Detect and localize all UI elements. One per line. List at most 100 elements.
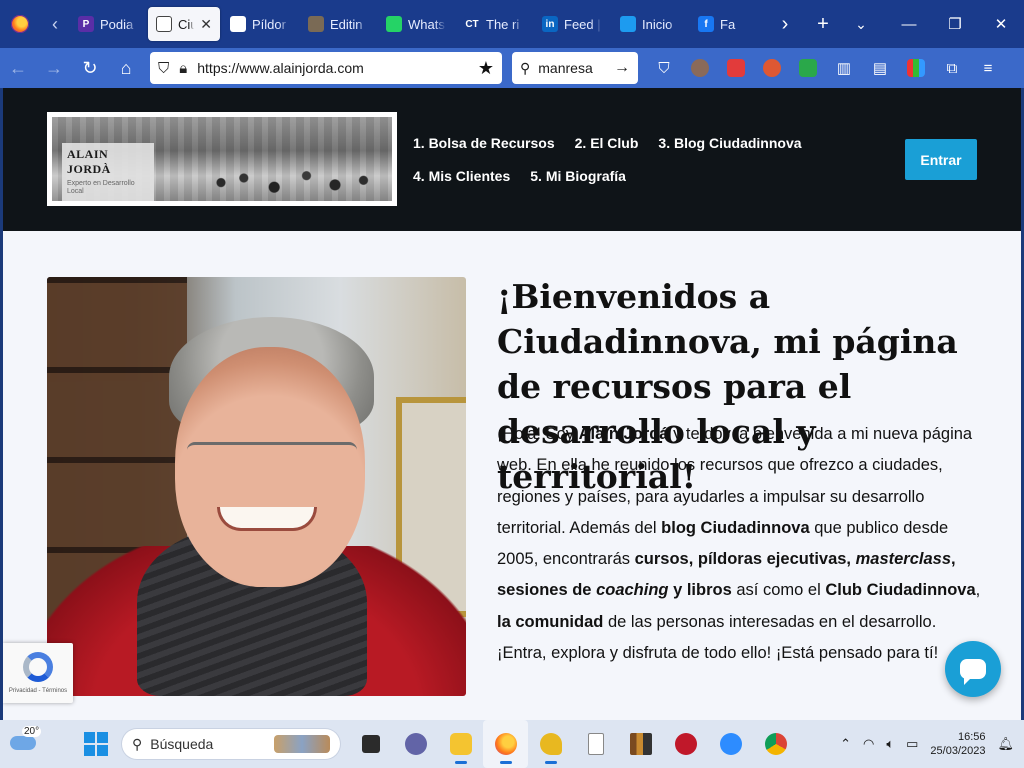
chat-button[interactable] <box>945 641 1001 697</box>
start-button[interactable] <box>84 732 108 756</box>
forward-icon[interactable]: → <box>36 48 72 88</box>
menu-item-bolsa[interactable]: 1. Bolsa de Recursos <box>413 135 555 151</box>
browser-tab[interactable]: Píldor <box>222 7 298 41</box>
windows-taskbar: 20° ⚲ Búsqueda ⌃ ◠ 🔈︎ ▭ 16:56 25/03/2023… <box>0 720 1024 768</box>
wifi-icon[interactable]: ◠ <box>863 736 874 752</box>
screenshot-extension-icon[interactable] <box>718 48 754 88</box>
browser-tab[interactable]: Whats <box>378 7 454 41</box>
zoom-icon[interactable] <box>708 720 753 768</box>
hero-paragraph: ¡Hola! Soy Alain Jordá y te doy la bienv… <box>497 419 985 669</box>
menu-item-blog[interactable]: 3. Blog Ciudadinnova <box>658 135 801 151</box>
clock-time: 16:56 <box>957 731 986 743</box>
battery-icon[interactable]: ▭ <box>906 736 918 752</box>
enter-button[interactable]: Entrar <box>905 139 977 180</box>
bookmark-star-icon[interactable]: ★ <box>478 58 494 79</box>
extension-2-icon[interactable] <box>790 48 826 88</box>
firefox-taskbar-icon[interactable] <box>483 720 528 768</box>
system-tray: ⌃ ◠ 🔈︎ ▭ 16:56 25/03/2023 🔔︎ <box>840 730 1024 758</box>
tracking-protection-icon[interactable]: ⛉ <box>158 60 169 77</box>
pocket-icon[interactable]: ⛉ <box>646 48 682 88</box>
new-tab-icon[interactable]: + <box>804 13 842 36</box>
web-page: ALAIN JORDÀ Experto en Desarrollo Local … <box>3 88 1021 720</box>
browser-tab[interactable]: Editin <box>300 7 376 41</box>
lock-icon[interactable]: 🔒︎ <box>179 60 187 77</box>
navigation-toolbar: ← → ↻ ⌂ ⛉ 🔒︎ https://www.alainjorda.com … <box>0 48 1024 88</box>
menu-item-biografia[interactable]: 5. Mi Biografía <box>530 168 626 184</box>
reload-icon[interactable]: ↻ <box>72 48 108 88</box>
tab-scroll-left-icon[interactable]: ‹ <box>40 0 70 48</box>
chart-extension-icon[interactable] <box>898 48 934 88</box>
menu-row-2: 4. Mis Clientes 5. Mi Biografía <box>413 159 833 192</box>
profile-avatar[interactable] <box>682 48 718 88</box>
teams-chat-icon[interactable] <box>393 720 438 768</box>
menu-row-1: 1. Bolsa de Recursos 2. El Club 3. Blog … <box>413 126 833 159</box>
paint-app-icon[interactable] <box>528 720 573 768</box>
file-explorer-icon[interactable] <box>438 720 483 768</box>
back-icon[interactable]: ← <box>0 48 36 88</box>
tab-scroll-right-icon[interactable]: › <box>766 13 804 36</box>
site-logo[interactable]: ALAIN JORDÀ Experto en Desarrollo Local <box>47 112 397 206</box>
tab-title: Podia <box>100 16 134 32</box>
menu-item-club[interactable]: 2. El Club <box>575 135 639 151</box>
logo-street-photo: ALAIN JORDÀ Experto en Desarrollo Local <box>52 117 392 201</box>
firefox-menu-icon[interactable] <box>0 0 40 48</box>
document-icon[interactable] <box>573 720 618 768</box>
tab-tools: › + ⌄ <box>766 0 880 48</box>
coaching-highlight: coaching <box>596 581 669 600</box>
browser-tab[interactable]: P Podia <box>70 7 146 41</box>
clock[interactable]: 16:56 25/03/2023 <box>930 730 985 758</box>
home-icon[interactable]: ⌂ <box>108 48 144 88</box>
search-input[interactable]: manresa <box>538 60 592 76</box>
extensions-toolbar: ⛉ ▥ ▤ ⧉ ≡ <box>646 48 1006 88</box>
chat-icon <box>960 659 986 685</box>
search-bar[interactable]: ⚲ manresa → <box>512 52 638 84</box>
browser-tab[interactable]: in Feed | <box>534 7 610 41</box>
search-icon: ⚲ <box>520 59 531 76</box>
recaptcha-links[interactable]: Privacidad - Términos <box>9 688 67 694</box>
list-all-tabs-icon[interactable]: ⌄ <box>842 16 880 33</box>
task-view-icon[interactable] <box>348 720 393 768</box>
restore-icon[interactable]: ❐ <box>932 0 978 48</box>
browser-tab[interactable]: f Fa <box>690 7 766 41</box>
courses-highlight: cursos, píldoras ejecutivas, <box>634 550 856 569</box>
url-text[interactable]: https://www.alainjorda.com <box>197 60 468 76</box>
notifications-icon[interactable]: 🔔︎ <box>997 736 1014 752</box>
masterclass-highlight: masterclass <box>855 550 952 569</box>
duckduckgo-icon[interactable] <box>754 48 790 88</box>
blog-link[interactable]: blog Ciudadinnova <box>661 519 810 537</box>
ebook-app-icon[interactable] <box>663 720 708 768</box>
tab-title: The ri <box>486 16 520 32</box>
browser-tab[interactable]: CT The ri <box>456 7 532 41</box>
tab-title: Feed | <box>564 16 601 32</box>
recaptcha-icon <box>23 652 53 682</box>
taskbar-search-input[interactable]: Búsqueda <box>150 736 213 752</box>
search-go-icon[interactable]: → <box>614 59 630 77</box>
address-bar[interactable]: ⛉ 🔒︎ https://www.alainjorda.com ★ <box>150 52 502 84</box>
menu-item-clientes[interactable]: 4. Mis Clientes <box>413 168 510 184</box>
pinned-apps <box>348 720 798 768</box>
tab-title: Ciu <box>178 16 195 32</box>
weather-widget[interactable]: 20° <box>0 720 48 768</box>
facebook-icon: f <box>698 16 714 32</box>
recaptcha-badge[interactable]: Privacidad - Términos <box>3 643 73 703</box>
library-icon[interactable]: ▥ <box>826 48 862 88</box>
chrome-icon[interactable] <box>753 720 798 768</box>
close-window-icon[interactable]: ✕ <box>978 0 1024 48</box>
browser-tab[interactable]: Inicio <box>612 7 688 41</box>
site-header: ALAIN JORDÀ Experto en Desarrollo Local … <box>3 88 1021 231</box>
books-app-icon[interactable] <box>618 720 663 768</box>
volume-icon[interactable]: 🔈︎ <box>886 736 894 752</box>
reader-icon[interactable]: ▤ <box>862 48 898 88</box>
minimize-icon[interactable]: — <box>886 0 932 48</box>
tab-strip: ‹ P Podia Ciu ✕ Píldor Editin Whats CT The ri in F… <box>0 0 1024 48</box>
club-link[interactable]: Club Ciudadinnova <box>825 581 975 599</box>
browser-tab[interactable]: Ciu ✕ <box>148 7 220 41</box>
taskbar-search[interactable]: ⚲ Búsqueda <box>122 729 340 759</box>
books-highlight: y libros <box>668 581 732 600</box>
extensions-puzzle-icon[interactable]: ⧉ <box>934 48 970 88</box>
app-menu-icon[interactable]: ≡ <box>970 48 1006 88</box>
show-hidden-icons[interactable]: ⌃ <box>840 736 851 752</box>
podia-icon: P <box>78 16 94 32</box>
site-icon <box>230 16 246 32</box>
close-tab-icon[interactable]: ✕ <box>200 16 212 33</box>
